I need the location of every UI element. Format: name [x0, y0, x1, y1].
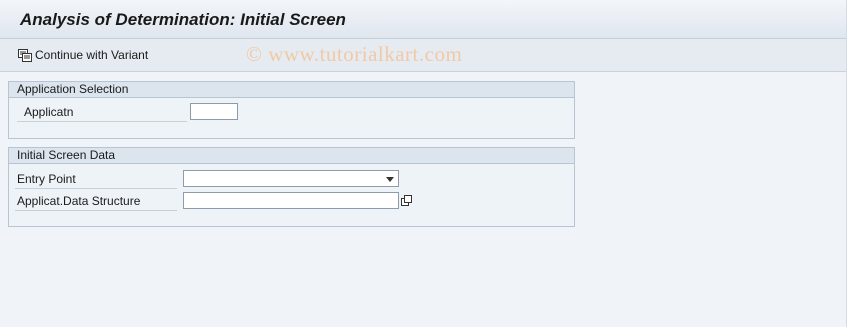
initial-screen-data-title: Initial Screen Data [9, 148, 574, 164]
data-structure-label: Applicat.Data Structure [17, 194, 141, 208]
title-bar: Analysis of Determination: Initial Scree… [0, 0, 847, 39]
application-selection-title: Application Selection [9, 82, 574, 98]
continue-with-variant-button[interactable]: Continue with Variant [17, 46, 148, 64]
applicatn-label: Applicatn [24, 105, 74, 119]
entry-point-underline [15, 188, 177, 189]
applicatn-input[interactable] [190, 103, 238, 120]
copy-icon [401, 194, 412, 206]
value-help-button[interactable] [399, 192, 415, 209]
variant-icon [17, 47, 33, 63]
data-structure-underline [15, 210, 177, 211]
data-structure-row: Applicat.Data Structure [9, 192, 177, 211]
entry-point-dropdown[interactable] [183, 170, 399, 187]
applicatn-underline [17, 121, 187, 122]
page-title: Analysis of Determination: Initial Scree… [20, 10, 346, 29]
chevron-down-icon[interactable] [386, 177, 394, 182]
watermark: © www.tutorialkart.com [246, 42, 463, 66]
entry-point-label: Entry Point [17, 172, 76, 186]
application-selection-group: Application Selection Applicatn [8, 81, 575, 139]
data-structure-input[interactable] [183, 192, 399, 209]
entry-point-row: Entry Point [9, 170, 177, 189]
applicatn-row: Applicatn [17, 103, 187, 122]
initial-screen-data-group: Initial Screen Data Entry Point Applicat… [8, 147, 575, 227]
continue-with-variant-label: Continue with Variant [35, 48, 149, 62]
